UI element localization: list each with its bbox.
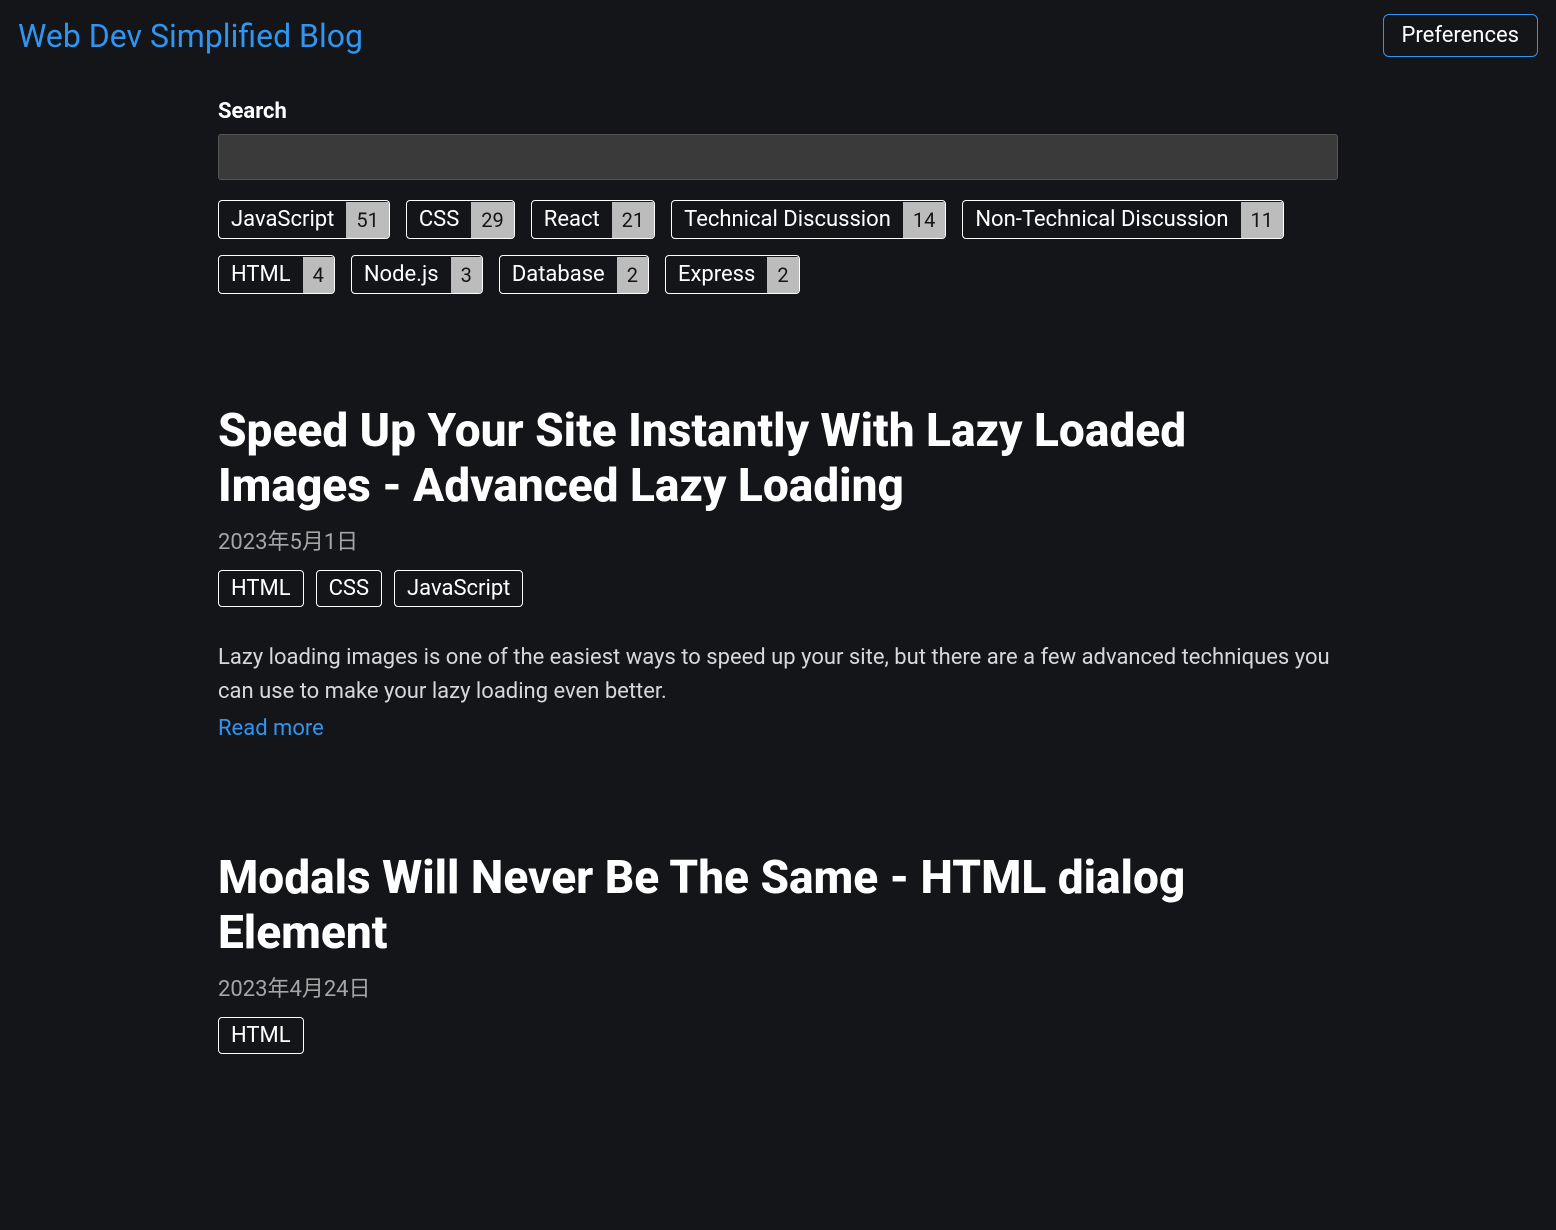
filter-tag-count: 51 <box>346 202 388 238</box>
read-more-link[interactable]: Read more <box>218 716 324 741</box>
article: Modals Will Never Be The Same - HTML dia… <box>218 851 1338 1054</box>
site-title-link[interactable]: Web Dev Simplified Blog <box>18 17 363 55</box>
preferences-button[interactable]: Preferences <box>1383 14 1538 57</box>
article-tag[interactable]: HTML <box>218 570 304 607</box>
filter-tags-container: JavaScript51 CSS29 React21 Technical Discus… <box>218 200 1338 294</box>
filter-tag[interactable]: HTML4 <box>218 255 335 294</box>
filter-tag-label: Express <box>666 256 767 293</box>
article-tag[interactable]: CSS <box>316 570 382 607</box>
article-date: 2023年5月1日 <box>218 524 1338 556</box>
main-content: Search JavaScript51CSS29React21Technical… <box>188 99 1368 1054</box>
article-tag[interactable]: JavaScript <box>394 570 523 607</box>
filter-tag-count: 14 <box>903 202 945 238</box>
article-title[interactable]: Modals Will Never Be The Same - HTML dia… <box>218 851 1338 961</box>
filter-tag-label: Database <box>500 256 617 293</box>
filter-tag[interactable]: Non-Technical Discussion11 <box>962 200 1284 239</box>
filter-tag-count: 4 <box>303 257 334 293</box>
filter-tag[interactable]: Technical Discussion14 <box>671 200 946 239</box>
filter-tag-label: HTML <box>219 256 303 293</box>
search-input[interactable] <box>218 134 1338 180</box>
filter-tag-count: 2 <box>617 257 648 293</box>
article-tags: HTML CSS JavaScript <box>218 570 1338 607</box>
filter-tag-count: 3 <box>451 257 482 293</box>
article-title[interactable]: Speed Up Your Site Instantly With Lazy L… <box>218 404 1338 514</box>
filter-tag-label: JavaScript <box>219 201 346 238</box>
article-tags: HTML <box>218 1017 1338 1054</box>
filter-tag[interactable]: Database2 <box>499 255 649 294</box>
filter-tag-count: 11 <box>1241 202 1283 238</box>
filter-tag[interactable]: Node.js3 <box>351 255 483 294</box>
filter-tag-label: Node.js <box>352 256 451 293</box>
filter-tag-count: 29 <box>471 202 513 238</box>
filter-tag-label: Technical Discussion <box>672 201 903 238</box>
article: Speed Up Your Site Instantly With Lazy L… <box>218 404 1338 741</box>
search-label: Search <box>218 99 1338 124</box>
filter-tag[interactable]: JavaScript51 <box>218 200 390 239</box>
page-header: Web Dev Simplified Blog Preferences <box>0 0 1556 71</box>
filter-tag[interactable]: React21 <box>531 200 655 239</box>
filter-tag[interactable]: CSS29 <box>406 200 515 239</box>
filter-tag[interactable]: Express2 <box>665 255 800 294</box>
filter-tag-count: 2 <box>767 257 798 293</box>
article-date: 2023年4月24日 <box>218 971 1338 1003</box>
filter-tag-label: Non-Technical Discussion <box>963 201 1240 238</box>
filter-tag-count: 21 <box>612 202 654 238</box>
filter-tag-label: React <box>532 201 612 238</box>
article-tag[interactable]: HTML <box>218 1017 304 1054</box>
article-excerpt: Lazy loading images is one of the easies… <box>218 641 1338 709</box>
filter-tag-label: CSS <box>407 201 471 238</box>
